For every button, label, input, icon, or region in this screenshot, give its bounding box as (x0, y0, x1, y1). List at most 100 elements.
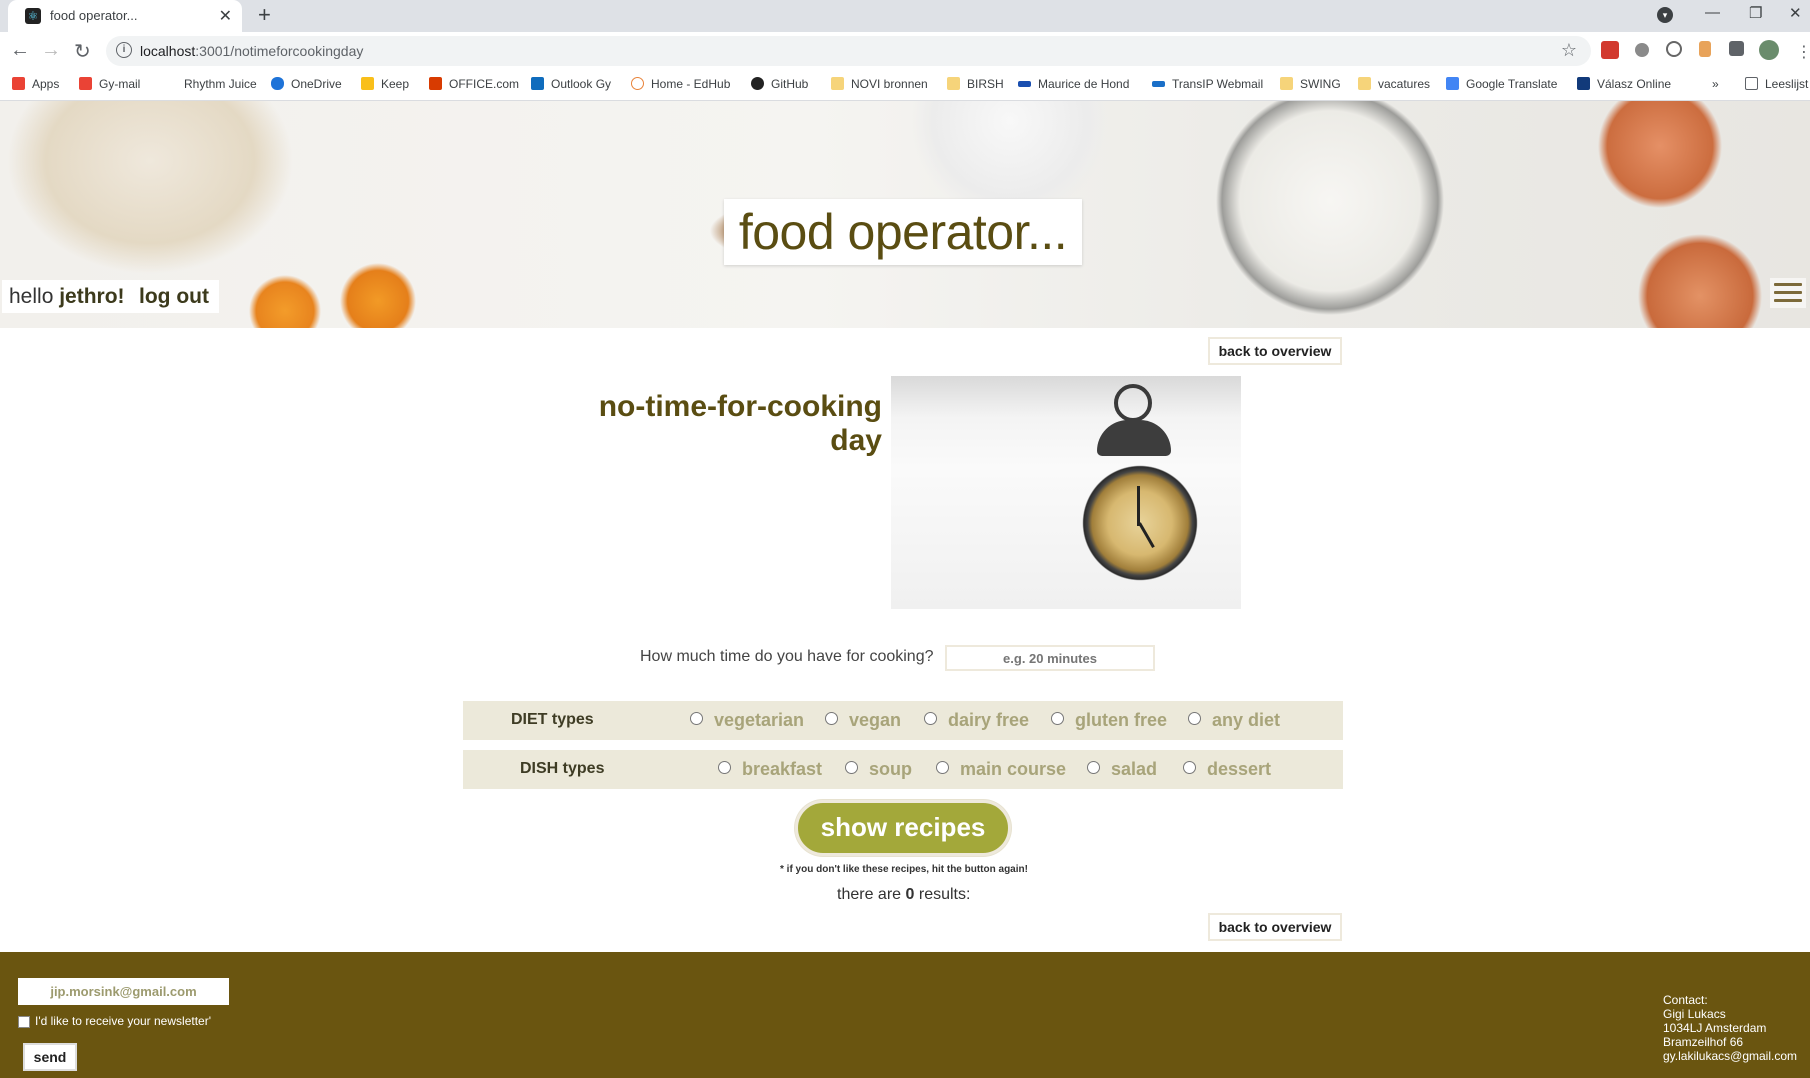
extension-lastpass-icon[interactable] (1601, 41, 1619, 59)
valasz-icon (1577, 77, 1590, 90)
diet-option-dairy-free[interactable]: dairy free (924, 710, 1029, 731)
bookmark-edhub[interactable]: Home - EdHub (631, 77, 730, 91)
address-bar[interactable]: i localhost:3001/notimeforcookingday ☆ (106, 36, 1591, 66)
transip-icon (1152, 81, 1165, 87)
radio-button[interactable] (845, 761, 858, 774)
extension-brush-icon[interactable] (1699, 41, 1711, 57)
bookmark-reading-list[interactable]: Leeslijst (1745, 77, 1808, 91)
browser-tab[interactable]: ⚛ food operator... ✕ (8, 0, 242, 32)
bookmark-birsh[interactable]: BIRSH (947, 77, 1004, 91)
username: jethro! (59, 285, 125, 308)
newsletter-email-input[interactable] (18, 978, 229, 1005)
bookmark-office[interactable]: OFFICE.com (429, 77, 519, 91)
contact-info: Contact: Gigi Lukacs 1034LJ Amsterdam Br… (1663, 993, 1797, 1063)
diet-option-vegetarian[interactable]: vegetarian (690, 710, 804, 731)
folder-icon (1280, 77, 1293, 90)
bookmark-github[interactable]: GitHub (751, 77, 808, 91)
bookmark-vacatures[interactable]: vacatures (1358, 77, 1430, 91)
hint-text: * if you don't like these recipes, hit t… (780, 864, 1028, 875)
hamburger-menu-icon[interactable] (1770, 278, 1806, 308)
radio-button[interactable] (1051, 712, 1064, 725)
onedrive-icon (271, 77, 284, 90)
browser-toolbar: ← → ↻ i localhost:3001/notimeforcookingd… (0, 32, 1810, 70)
browser-menu-icon[interactable]: ⋮ (1796, 42, 1810, 62)
radio-button[interactable] (825, 712, 838, 725)
dish-option-dessert[interactable]: dessert (1183, 759, 1271, 780)
site-info-icon[interactable]: i (116, 42, 132, 58)
dish-option-salad[interactable]: salad (1087, 759, 1157, 780)
gmail-icon (79, 77, 92, 90)
clock-ring (1114, 384, 1152, 422)
bookmark-apps[interactable]: Apps (12, 77, 59, 91)
bookmark-translate[interactable]: Google Translate (1446, 77, 1557, 91)
extension-circle-icon[interactable] (1666, 41, 1682, 57)
bookmark-onedrive[interactable]: OneDrive (271, 77, 342, 91)
bookmark-swing[interactable]: SWING (1280, 77, 1341, 91)
back-to-overview-button-bottom[interactable]: back to overview (1208, 913, 1342, 941)
office-icon (429, 77, 442, 90)
reload-icon[interactable]: ↻ (74, 39, 91, 64)
diet-option-any-diet[interactable]: any diet (1188, 710, 1280, 731)
bookmark-outlook[interactable]: Outlook Gy (531, 77, 611, 91)
window-close-icon[interactable]: ✕ (1789, 4, 1802, 22)
dish-types-label: DISH types (520, 760, 605, 777)
radio-button[interactable] (1087, 761, 1100, 774)
radio-button[interactable] (1188, 712, 1201, 725)
bookmark-maurice[interactable]: Maurice de Hond (1018, 77, 1129, 91)
mdh-icon (1018, 81, 1031, 87)
restore-icon[interactable]: ❐ (1749, 4, 1762, 22)
logout-button[interactable]: log out (129, 280, 219, 313)
newsletter-label: I'd like to receive your newsletter' (35, 1014, 211, 1028)
bookmark-gmail[interactable]: Gy-mail (79, 77, 140, 91)
bookmark-transip[interactable]: TransIP Webmail (1152, 77, 1263, 91)
diet-option-vegan[interactable]: vegan (825, 710, 901, 731)
folder-icon (1358, 77, 1371, 90)
radio-button[interactable] (1183, 761, 1196, 774)
diet-types-label: DIET types (511, 711, 594, 728)
site-title[interactable]: food operator... (724, 199, 1082, 265)
github-icon (751, 77, 764, 90)
radio-button[interactable] (718, 761, 731, 774)
bookmark-star-icon[interactable]: ☆ (1561, 40, 1577, 61)
bookmark-rhythm-juice[interactable]: Rhythm Juice (184, 77, 257, 91)
reading-list-icon (1745, 77, 1758, 90)
tab-search-icon[interactable]: ▾ (1657, 7, 1673, 23)
minimize-icon[interactable]: — (1705, 4, 1720, 21)
bookmarks-overflow-icon[interactable]: » (1712, 77, 1719, 91)
greeting: hello jethro! (2, 280, 132, 313)
time-question-label: How much time do you have for cooking? (640, 648, 934, 665)
extension-eyedropper-icon[interactable] (1635, 43, 1649, 57)
url-text: localhost:3001/notimeforcookingday (140, 43, 364, 59)
dish-option-soup[interactable]: soup (845, 759, 912, 780)
newsletter-checkbox[interactable] (18, 1016, 30, 1028)
bookmark-valasz[interactable]: Válasz Online (1577, 77, 1671, 91)
show-recipes-button[interactable]: show recipes (795, 800, 1011, 856)
tab-close-icon[interactable]: ✕ (219, 6, 232, 26)
bookmark-keep[interactable]: Keep (361, 77, 409, 91)
diet-option-gluten-free[interactable]: gluten free (1051, 710, 1167, 731)
radio-button[interactable] (936, 761, 949, 774)
back-arrow-icon[interactable]: ← (10, 39, 30, 62)
back-to-overview-button[interactable]: back to overview (1208, 337, 1342, 365)
bookmark-novi[interactable]: NOVI bronnen (831, 77, 928, 91)
dish-option-breakfast[interactable]: breakfast (718, 759, 822, 780)
send-button[interactable]: send (23, 1043, 77, 1071)
dish-option-main-course[interactable]: main course (936, 759, 1066, 780)
radio-button[interactable] (690, 712, 703, 725)
profile-avatar[interactable] (1759, 40, 1779, 60)
radio-button[interactable] (924, 712, 937, 725)
apps-grid-icon (12, 77, 25, 90)
tab-title: food operator... (50, 8, 138, 23)
extensions-puzzle-icon[interactable] (1729, 41, 1744, 56)
cooking-time-input[interactable] (945, 645, 1155, 671)
results-count: there are 0 results: (837, 886, 971, 903)
bookmarks-bar: Apps Gy-mail Rhythm Juice OneDrive Keep … (0, 70, 1810, 101)
dish-types-row: DISH types breakfast soup main course sa… (463, 750, 1343, 789)
site-footer (0, 952, 1810, 1078)
new-tab-icon[interactable]: + (258, 2, 271, 28)
folder-icon (947, 77, 960, 90)
keep-icon (361, 77, 374, 90)
forward-arrow-icon[interactable]: → (41, 39, 61, 62)
edhub-icon (631, 77, 644, 90)
clock-bell (1097, 420, 1171, 456)
